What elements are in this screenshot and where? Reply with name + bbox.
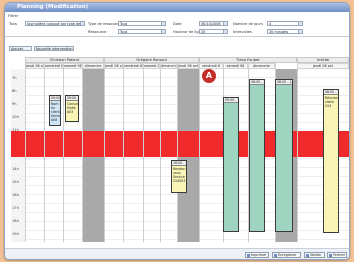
time-label: 14h: [12, 167, 19, 171]
appointment-event[interactable]: 09:00 - 1... Consultation Visite A03: [65, 95, 79, 122]
event-time: 08:00 - 18...: [324, 90, 338, 95]
spinner-icon: [223, 30, 227, 33]
time-label: 15h: [12, 180, 19, 184]
chevron-down-icon: [161, 22, 165, 25]
time-label: 17h: [12, 206, 19, 210]
chevron-down-icon: [298, 30, 302, 33]
chevron-down-icon: [161, 30, 165, 33]
callout-marker-badge: A: [202, 69, 216, 83]
event-text: Rendez-vous Service C04003: [173, 167, 186, 183]
time-label: 19h: [12, 232, 19, 236]
event-time: 08:00 - 1...: [250, 80, 264, 85]
event-time: 08:00 - 1...: [276, 80, 293, 85]
tous-select-value: Journalière (groupé par type de...: [27, 22, 84, 26]
ajouter-button[interactable]: Ajouter: [9, 46, 32, 51]
imprimer-button[interactable]: Imprimer: [245, 252, 269, 258]
appointment-event[interactable]: 09:00 - 1...: [223, 97, 239, 232]
check-icon: [306, 254, 309, 257]
day-column-header[interactable]: dimanche: [248, 63, 275, 69]
intervalles-select[interactable]: 30 minutes: [267, 29, 303, 34]
filter-section-label: Filtrer: [8, 14, 19, 18]
day-column-header[interactable]: vendredi 6: [123, 63, 143, 69]
day-column-header[interactable]: samedi 06: [63, 63, 82, 69]
print-icon: [247, 254, 250, 257]
chevron-down-icon: [80, 22, 84, 25]
date-field[interactable]: 06/10/2008: [199, 21, 228, 26]
time-label: 18h: [12, 219, 19, 223]
appointment-event[interactable]: 08:00 - 1...: [249, 79, 265, 232]
intervalles-label: Intervalles: [233, 30, 252, 34]
type-ressource-select[interactable]: Tout: [118, 21, 166, 26]
lunch-break-band: [11, 131, 349, 157]
type-ressource-value: Tout: [120, 22, 128, 26]
nombre-jours-label: Nombre de jours: [233, 22, 263, 26]
appointment-event[interactable]: 16:00 - 1... Rendez-vous Service C04003: [171, 160, 187, 193]
day-column-header[interactable]: dimanche: [160, 63, 177, 69]
type-ressource-label: Type de ressource: [88, 22, 121, 26]
day-column-header[interactable]: jeudi 06 oct: [104, 63, 123, 69]
nouvelle-intervention-button[interactable]: Nouvelle intervention: [34, 46, 74, 51]
appointment-event[interactable]: 08:00 - 1...: [275, 79, 293, 232]
ressource-select[interactable]: Tout: [118, 29, 166, 34]
appointment-event[interactable]: 08:00 - 18... Réunion client C04: [323, 89, 339, 233]
day-column-header[interactable]: vendredi 6: [199, 63, 223, 69]
event-time: 09:00 - 1...: [50, 96, 61, 101]
ajouter-label: Ajouter: [11, 47, 24, 51]
save-icon: [274, 254, 277, 257]
day-column-header[interactable]: samedi 06: [223, 63, 248, 69]
event-time: 09:00 - 1...: [224, 98, 238, 103]
bottom-action-bar: Imprimer Enregistrer Valider Fermer: [5, 248, 349, 259]
date-value: 06/10/2008: [201, 22, 221, 26]
date-label: Date: [173, 22, 182, 26]
ressource-value: Tout: [120, 30, 128, 34]
event-text: Réunion client C04: [325, 96, 338, 108]
nouvelle-intervention-label: Nouvelle intervention: [36, 47, 73, 51]
event-time: 16:00 - 1...: [172, 161, 186, 166]
event-time: 09:00 - 1...: [66, 96, 79, 101]
time-label: 7h: [12, 76, 17, 80]
fermer-label: Fermer: [333, 253, 345, 257]
time-label: 16h: [12, 193, 19, 197]
day-column-header[interactable]: jeudi 06 oct: [177, 63, 199, 69]
enregistrer-button[interactable]: Enregistrer: [272, 252, 301, 258]
nombre-jours-field[interactable]: 4: [267, 21, 303, 26]
ressource-label: Ressource: [88, 30, 107, 34]
time-label: 10h: [12, 115, 19, 119]
day-column-header[interactable]: dimanche: [82, 63, 104, 69]
spinner-icon: [298, 22, 302, 25]
close-icon: [329, 254, 332, 257]
time-label: 9h: [12, 102, 17, 106]
event-text: Nom du client Service A08: [51, 102, 61, 122]
event-text: Consultation Visite A03: [67, 102, 78, 114]
tous-label: Tous: [9, 22, 17, 26]
hauteur-field[interactable]: 20: [199, 29, 228, 34]
day-column-header[interactable]: samedi 06: [143, 63, 160, 69]
day-column-header[interactable]: jeudi 06 oct: [297, 63, 349, 69]
fermer-button[interactable]: Fermer: [327, 252, 347, 258]
window-title: Planning (Modification): [5, 3, 349, 12]
time-label: 8h: [12, 89, 17, 93]
calendar-icon: [223, 22, 227, 25]
divider: [5, 36, 349, 37]
hauteur-value: 20: [201, 30, 206, 34]
valider-button[interactable]: Valider: [304, 252, 325, 258]
valider-label: Valider: [310, 253, 322, 257]
day-column-header[interactable]: jeudi 06 oct: [25, 63, 44, 69]
appointment-event[interactable]: 09:00 - 1... Nom du client Service A08: [49, 95, 61, 126]
intervalles-value: 30 minutes: [269, 30, 289, 34]
planning-window: Planning (Modification) Filtrer Tous Jou…: [4, 2, 350, 260]
day-column-header[interactable]: vendredi 6: [44, 63, 63, 69]
tous-select[interactable]: Journalière (groupé par type de...: [25, 21, 85, 26]
nombre-jours-value: 4: [269, 22, 272, 26]
enregistrer-label: Enregistrer: [278, 253, 297, 257]
imprimer-label: Imprimer: [251, 253, 267, 257]
